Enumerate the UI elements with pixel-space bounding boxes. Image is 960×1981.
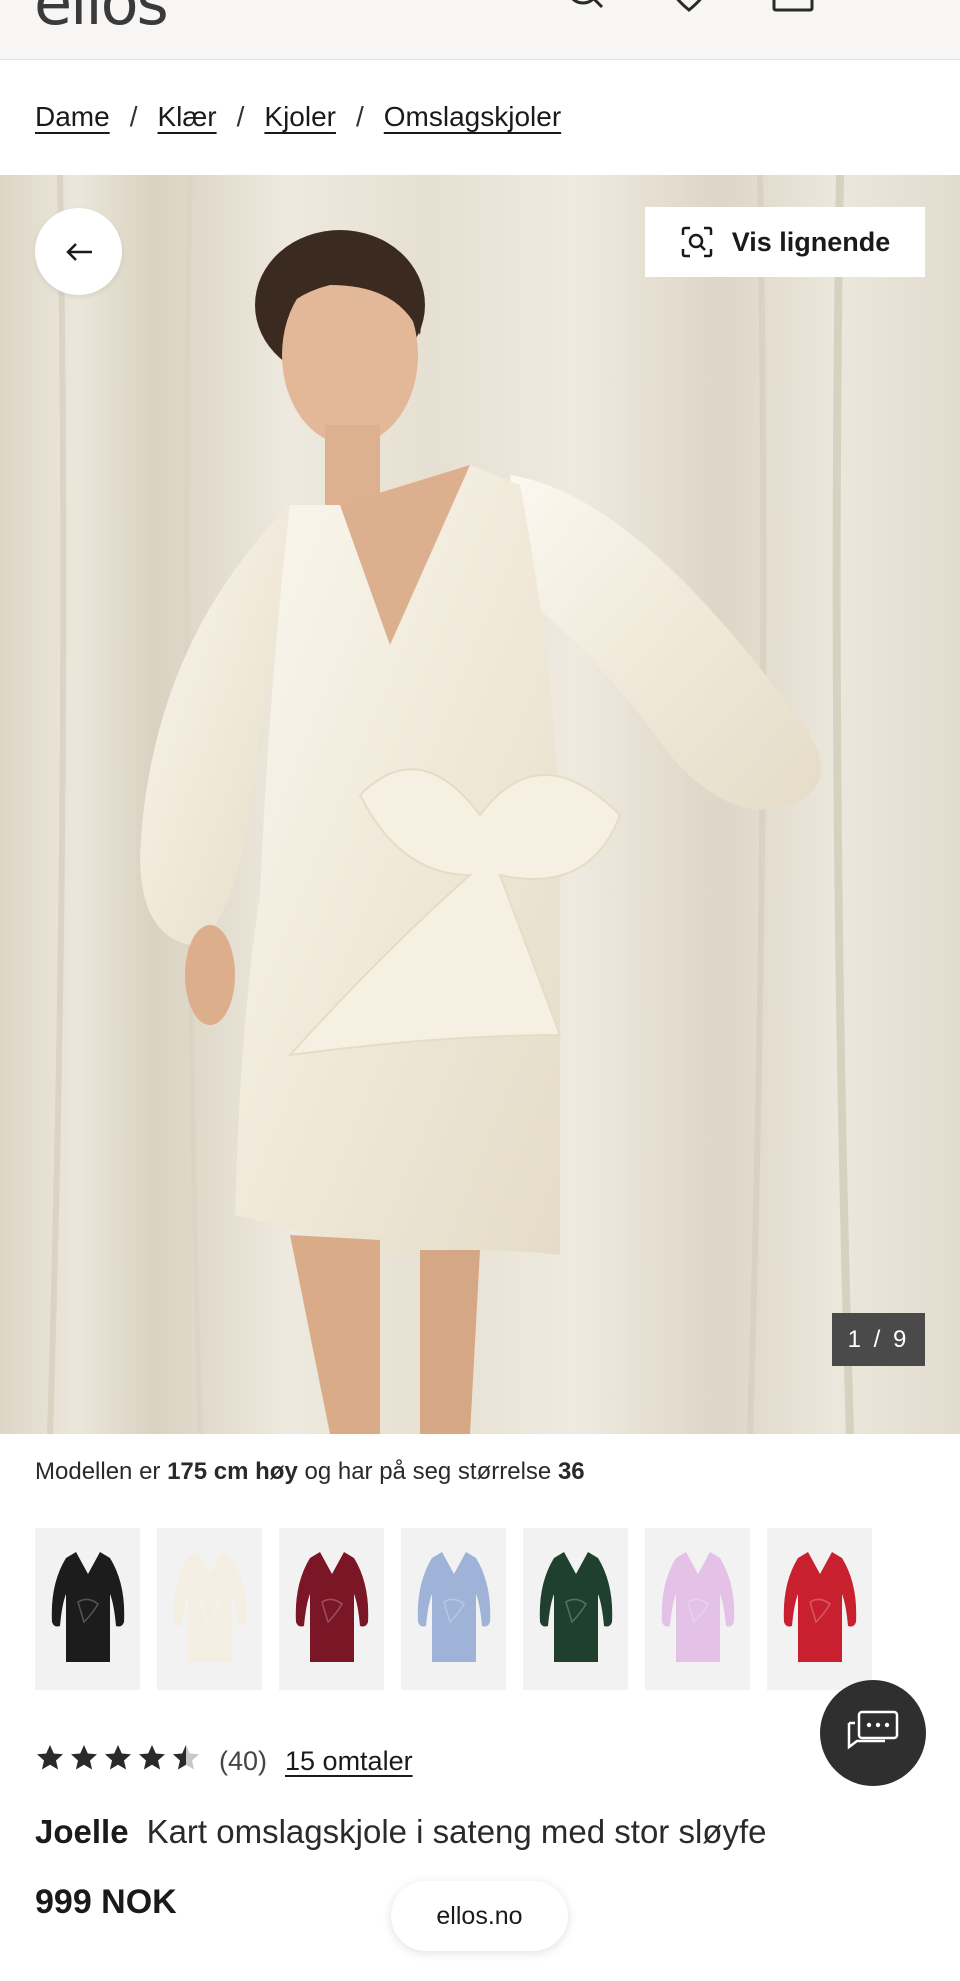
product-photo (0, 175, 960, 1434)
breadcrumb-separator: / (355, 101, 364, 132)
dress-thumbnail (539, 1552, 612, 1662)
product-image-gallery[interactable]: Vis lignende 1 / 9 (0, 175, 960, 1434)
color-swatch-dark-green[interactable] (523, 1528, 628, 1690)
search-icon[interactable] (562, 0, 604, 14)
product-name: Kart omslagskjole i sateng med stor sløy… (146, 1813, 767, 1850)
star-icon (137, 1743, 167, 1780)
model-info: Modellen er 175 cm høy og har på seg stø… (35, 1458, 585, 1486)
star-icon (103, 1743, 133, 1780)
arrow-left-icon (65, 242, 92, 261)
star-icon (171, 1743, 201, 1780)
url-pill[interactable]: ellos.no (391, 1881, 568, 1951)
bag-icon[interactable] (772, 0, 814, 14)
model-info-middle: og har på seg størrelse (297, 1458, 558, 1485)
product-rating: (40) 15 omtaler (35, 1743, 413, 1780)
star-rating (35, 1743, 201, 1780)
color-swatch-black[interactable] (35, 1528, 140, 1690)
star-icon (35, 1743, 65, 1780)
breadcrumb: Dame / Klær / Kjoler / Omslagskjoler (35, 97, 561, 137)
heart-icon[interactable] (668, 0, 710, 14)
ellos-logo[interactable]: ellos (34, 0, 169, 39)
reviews-link[interactable]: 15 omtaler (285, 1746, 413, 1777)
visual-search-icon (681, 226, 712, 258)
chat-icon (847, 1710, 899, 1750)
vis-lignende-button[interactable]: Vis lignende (645, 207, 925, 277)
breadcrumb-klaer[interactable]: Klær (157, 101, 216, 133)
color-swatch-light-blue[interactable] (401, 1528, 506, 1690)
star-icon (69, 1743, 99, 1780)
dress-thumbnail (173, 1552, 246, 1662)
vis-lignende-label: Vis lignende (731, 226, 891, 257)
rating-count: (40) (219, 1746, 268, 1776)
color-swatch-lilac[interactable] (645, 1528, 750, 1690)
breadcrumb-separator: / (236, 101, 245, 132)
dress-thumbnail (417, 1552, 490, 1662)
color-swatch-red[interactable] (767, 1528, 872, 1690)
model-size: 36 (557, 1458, 585, 1485)
menu-icon[interactable] (877, 0, 919, 14)
back-button[interactable] (35, 208, 122, 295)
breadcrumb-kjoler[interactable]: Kjoler (264, 101, 336, 133)
chat-button[interactable] (820, 1680, 926, 1786)
product-title: Joelle Kart omslagskjole i sateng med st… (35, 1813, 766, 1851)
product-brand[interactable]: Joelle (35, 1813, 129, 1851)
dress-thumbnail (295, 1552, 368, 1662)
product-price: 999 NOK (35, 1883, 177, 1921)
breadcrumb-omslagskjoler[interactable]: Omslagskjoler (384, 101, 561, 133)
breadcrumb-dame[interactable]: Dame (35, 101, 110, 133)
model-info-prefix: Modellen er (35, 1458, 168, 1485)
dress-thumbnail (51, 1552, 124, 1662)
breadcrumb-separator: / (129, 101, 138, 132)
color-swatch-cream[interactable] (157, 1528, 262, 1690)
color-swatch-burgundy[interactable] (279, 1528, 384, 1690)
color-variants (35, 1528, 872, 1690)
model-height: 175 cm høy (167, 1458, 298, 1485)
dress-thumbnail (661, 1552, 734, 1662)
dress-thumbnail (783, 1552, 856, 1662)
image-counter: 1 / 9 (832, 1313, 925, 1366)
site-header: ellos (0, 0, 960, 60)
